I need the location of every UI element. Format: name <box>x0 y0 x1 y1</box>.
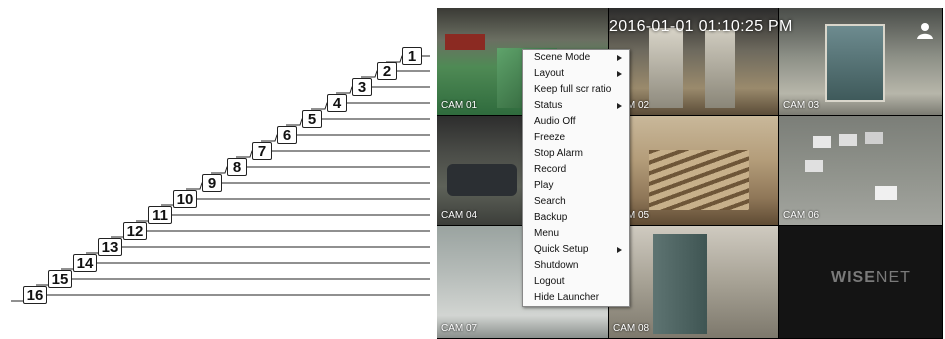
menu-item-play[interactable]: Play <box>523 178 629 194</box>
callout-13: 13 <box>98 238 122 256</box>
menu-item-shutdown[interactable]: Shutdown <box>523 258 629 274</box>
menu-item-logout[interactable]: Logout <box>523 274 629 290</box>
menu-item-layout[interactable]: Layout <box>523 66 629 82</box>
car-shape <box>813 136 831 148</box>
callout-10: 10 <box>173 190 197 208</box>
entrance-door-shape <box>825 24 885 102</box>
camera-tile-8[interactable]: CAM 08 <box>609 226 779 339</box>
callout-5: 5 <box>302 110 322 128</box>
callout-9: 9 <box>202 174 222 192</box>
dvr-screen: CAM 01 CAM 02 CAM 03 CAM 04 CAM 05 CAM 0… <box>437 8 943 339</box>
menu-item-hide-launcher[interactable]: Hide Launcher <box>523 290 629 306</box>
parked-car-shape <box>445 34 485 50</box>
camera-label: CAM 07 <box>441 323 478 334</box>
wisenet-logo: WISENET <box>831 269 911 286</box>
camera-label: CAM 01 <box>441 100 478 111</box>
submenu-arrow-icon <box>617 55 622 61</box>
car-shape <box>839 134 857 146</box>
callout-7: 7 <box>252 142 272 160</box>
camera-tile-5[interactable]: CAM 05 <box>609 116 779 226</box>
camera-label: CAM 08 <box>613 323 650 334</box>
callout-4: 4 <box>327 94 347 112</box>
callout-2: 2 <box>377 62 397 80</box>
car-shape <box>805 160 823 172</box>
menu-item-search[interactable]: Search <box>523 194 629 210</box>
door-shape <box>705 30 735 108</box>
user-icon[interactable] <box>916 22 934 40</box>
callout-8: 8 <box>227 158 247 176</box>
callout-14: 14 <box>73 254 97 272</box>
camera-label: CAM 03 <box>783 100 820 111</box>
menu-item-audio-off[interactable]: Audio Off <box>523 114 629 130</box>
submenu-arrow-icon <box>617 247 622 253</box>
door-shape <box>649 28 683 108</box>
camera-label: CAM 06 <box>783 210 820 221</box>
menu-item-quick-setup[interactable]: Quick Setup <box>523 242 629 258</box>
menu-item-status[interactable]: Status <box>523 98 629 114</box>
menu-item-stop-alarm[interactable]: Stop Alarm <box>523 146 629 162</box>
callout-6: 6 <box>277 126 297 144</box>
menu-item-freeze[interactable]: Freeze <box>523 130 629 146</box>
car-shape <box>875 186 897 200</box>
callout-3: 3 <box>352 78 372 96</box>
callout-16: 16 <box>23 286 47 304</box>
menu-item-backup[interactable]: Backup <box>523 210 629 226</box>
callout-1: 1 <box>402 47 422 65</box>
submenu-arrow-icon <box>617 103 622 109</box>
context-menu: Scene Mode Layout Keep full scr ratio St… <box>522 49 630 307</box>
empty-channel-tile: WISENET <box>779 226 943 339</box>
vehicle-shape <box>447 164 517 196</box>
menu-item-record[interactable]: Record <box>523 162 629 178</box>
callout-12: 12 <box>123 222 147 240</box>
callout-11: 11 <box>148 206 172 224</box>
callout-15: 15 <box>48 270 72 288</box>
car-shape <box>865 132 883 144</box>
door-shape <box>653 234 707 334</box>
staircase-shape <box>649 150 749 210</box>
menu-item-scene-mode[interactable]: Scene Mode <box>523 50 629 66</box>
menu-item-keep-full-scr-ratio[interactable]: Keep full scr ratio <box>523 82 629 98</box>
camera-tile-3[interactable]: CAM 03 <box>779 8 943 116</box>
submenu-arrow-icon <box>617 71 622 77</box>
camera-tile-6[interactable]: CAM 06 <box>779 116 943 226</box>
menu-item-menu[interactable]: Menu <box>523 226 629 242</box>
datetime-display: 2016-01-01 01:10:25 PM <box>609 18 793 35</box>
camera-label: CAM 04 <box>441 210 478 221</box>
